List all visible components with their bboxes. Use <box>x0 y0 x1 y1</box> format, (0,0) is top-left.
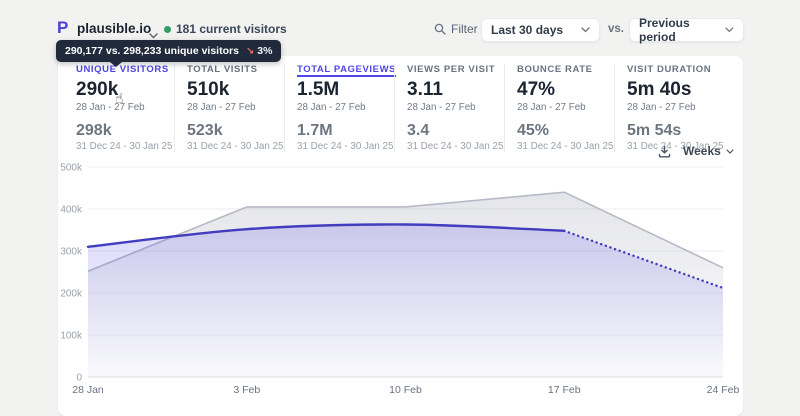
stat-period: 28 Jan - 27 Feb <box>297 102 366 113</box>
stat-period: 28 Jan - 27 Feb <box>627 102 696 113</box>
export-button[interactable] <box>658 145 671 158</box>
stat-value: 5m 40s <box>627 79 692 100</box>
plausible-logo: P <box>57 18 69 37</box>
stat-prev-period: 31 Dec 24 - 30 Jan 25 <box>76 141 173 152</box>
stat-unique-visitors[interactable]: UNIQUE VISITORS 290k 28 Jan - 27 Feb 298… <box>64 64 174 152</box>
interval-select[interactable]: Weeks <box>683 144 734 158</box>
svg-text:0: 0 <box>76 373 82 384</box>
metric-hover-tooltip: 290,177 vs. 298,233 unique visitors ↘ 3% <box>56 40 282 67</box>
vs-label: vs. <box>608 23 624 35</box>
stat-label: BOUNCE RATE <box>517 64 593 75</box>
stat-prev-value: 1.7M <box>297 122 333 139</box>
comparison-value: Previous period <box>639 16 690 44</box>
tooltip-change-pct: 3% <box>257 45 273 57</box>
chevron-down-icon <box>725 27 734 33</box>
stat-prev-period: 31 Dec 24 - 30 Jan 25 <box>407 141 504 152</box>
stat-views-per-visit[interactable]: VIEWS PER VISIT 3.11 28 Jan - 27 Feb 3.4… <box>394 64 504 152</box>
chevron-down-icon <box>581 27 590 33</box>
search-icon <box>434 23 446 35</box>
stat-bounce-rate[interactable]: BOUNCE RATE 47% 28 Jan - 27 Feb 45% 31 D… <box>504 64 614 152</box>
site-switcher-label[interactable]: plausible.io <box>77 21 151 36</box>
stat-visit-duration[interactable]: VISIT DURATION 5m 40s 28 Jan - 27 Feb 5m… <box>614 64 724 152</box>
stat-prev-period: 31 Dec 24 - 30 Jan 25 <box>297 141 394 152</box>
date-range-select[interactable]: Last 30 days <box>481 18 600 42</box>
chart-controls: Weeks <box>658 144 734 158</box>
svg-text:24 Feb: 24 Feb <box>707 384 740 396</box>
plausible-dashboard: { "header": { "logo_letter": "P", "site"… <box>0 0 800 416</box>
svg-text:28 Jan: 28 Jan <box>72 384 104 396</box>
filter-button[interactable]: Filter <box>434 22 478 36</box>
stats-grid: UNIQUE VISITORS 290k 28 Jan - 27 Feb 298… <box>64 64 724 152</box>
pageviews-chart[interactable]: 0 100k 200k 300k 400k 500k 28 Jan 3 Feb 10 Feb 17… <box>58 150 743 410</box>
date-range-value: Last 30 days <box>491 23 564 37</box>
stat-prev-period: 31 Dec 24 - 30 Jan 25 <box>187 141 284 152</box>
stat-period: 28 Jan - 27 Feb <box>407 102 476 113</box>
trend-down-arrow-icon: ↘ <box>245 46 255 57</box>
stat-prev-value: 3.4 <box>407 122 430 139</box>
stat-prev-period: 31 Dec 24 - 30 Jan 25 <box>517 141 614 152</box>
stat-total-visits[interactable]: TOTAL VISITS 510k 28 Jan - 27 Feb 523k 3… <box>174 64 284 152</box>
stat-prev-value: 45% <box>517 122 550 139</box>
current-visitors-label[interactable]: 181 current visitors <box>176 22 287 36</box>
stat-label: UNIQUE VISITORS <box>76 64 169 75</box>
svg-text:17 Feb: 17 Feb <box>548 384 581 396</box>
stat-value: 510k <box>187 79 230 100</box>
svg-text:200k: 200k <box>60 289 83 300</box>
stat-value: 290k <box>76 79 119 100</box>
stat-prev-value: 298k <box>76 122 112 139</box>
svg-text:300k: 300k <box>60 247 83 258</box>
stat-value: 47% <box>517 79 556 100</box>
stat-value: 3.11 <box>407 79 443 100</box>
stat-total-pageviews[interactable]: TOTAL PAGEVIEWS 1.5M 28 Jan - 27 Feb 1.7… <box>284 64 397 152</box>
stat-period: 28 Jan - 27 Feb <box>187 102 256 113</box>
chevron-down-icon <box>726 148 734 154</box>
filter-label: Filter <box>451 22 478 36</box>
stat-prev-value: 5m 54s <box>627 122 682 139</box>
svg-text:10 Feb: 10 Feb <box>389 384 422 396</box>
live-dot-icon <box>164 26 171 33</box>
stat-period: 28 Jan - 27 Feb <box>76 102 145 113</box>
download-icon <box>658 145 671 157</box>
stat-value: 1.5M <box>297 79 340 100</box>
stat-period: 28 Jan - 27 Feb <box>517 102 586 113</box>
svg-text:100k: 100k <box>60 331 83 342</box>
svg-text:3 Feb: 3 Feb <box>233 384 260 396</box>
svg-text:400k: 400k <box>60 205 83 216</box>
stat-label: VIEWS PER VISIT <box>407 64 496 75</box>
stat-label: TOTAL PAGEVIEWS <box>297 64 397 75</box>
stat-prev-value: 523k <box>187 122 223 139</box>
tooltip-text: 290,177 vs. 298,233 unique visitors <box>65 45 239 57</box>
comparison-select[interactable]: Previous period <box>629 16 744 44</box>
stat-label: TOTAL VISITS <box>187 64 258 75</box>
interval-value: Weeks <box>683 144 721 158</box>
mouse-cursor-icon: ☝ <box>115 91 124 107</box>
svg-text:500k: 500k <box>60 163 83 174</box>
stat-label: VISIT DURATION <box>627 64 712 75</box>
